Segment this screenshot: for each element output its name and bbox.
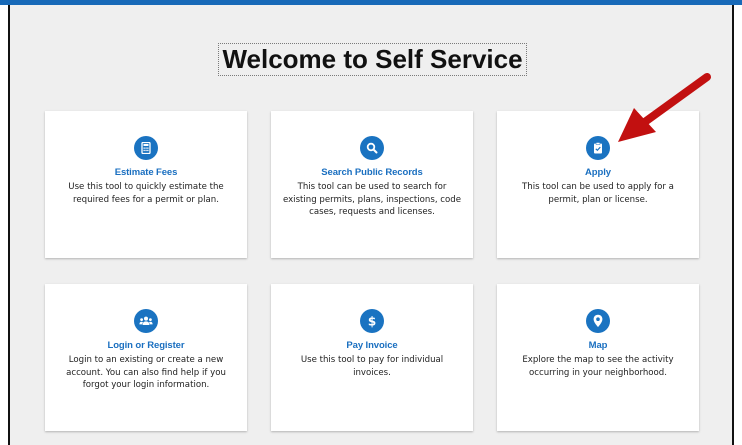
estimate-fees-description: Use this tool to quickly estimate the re… [68,182,224,205]
search-public-records-card[interactable]: Search Public Records This tool can be u… [271,111,473,258]
pay-invoice-description: Use this tool to pay for individual invo… [300,355,444,378]
annotation-arrow-icon [618,73,711,142]
svg-text:$: $ [368,315,376,329]
search-icon [360,136,384,160]
users-icon [134,309,158,333]
pay-invoice-title[interactable]: Pay Invoice [271,340,473,351]
clipboard-check-icon [586,136,610,160]
estimate-fees-card[interactable]: Estimate Fees Use this tool to quickly e… [45,111,247,258]
login-register-description: Login to an existing or create a new acc… [66,355,226,390]
dollar-icon: $ [360,309,384,333]
login-register-card[interactable]: Login or Register Login to an existing o… [45,284,247,431]
map-pin-icon [586,309,610,333]
map-title[interactable]: Map [497,340,699,351]
login-register-title[interactable]: Login or Register [45,340,247,351]
page-title: Welcome to Self Service [218,43,527,76]
apply-title[interactable]: Apply [497,167,699,178]
pay-invoice-card[interactable]: $ Pay Invoice Use this tool to pay for i… [271,284,473,431]
apply-description: This tool can be used to apply for a per… [522,182,674,205]
calculator-icon [134,136,158,160]
map-description: Explore the map to see the activity occu… [522,355,674,378]
map-card[interactable]: Map Explore the map to see the activity … [497,284,699,431]
search-public-records-description: This tool can be used to search for exis… [282,182,462,217]
search-public-records-title[interactable]: Search Public Records [271,167,473,178]
estimate-fees-title[interactable]: Estimate Fees [45,167,247,178]
